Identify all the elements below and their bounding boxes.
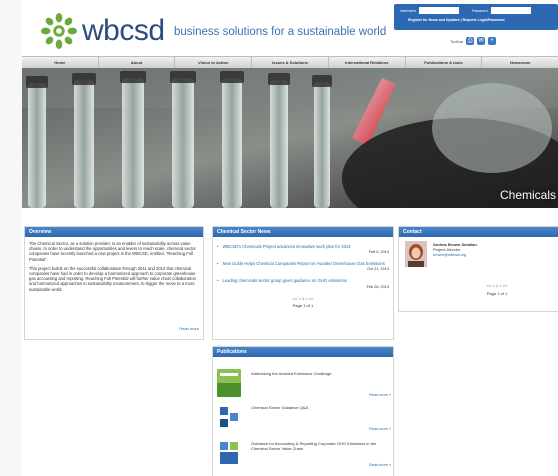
news-item: • WBCSD's Chemicals Project advances inn… [213,244,393,249]
overview-box: Overview The Chemical Sector, as a solut… [24,226,204,340]
nav-item-newsroom[interactable]: Newsroom [482,57,558,68]
password-input[interactable] [490,7,531,14]
publication-item: Addressing the Avoided Emissions Challen… [217,369,393,397]
print-icon[interactable]: ⎙ [466,37,475,45]
publication-read-more[interactable]: Read more » [369,427,391,431]
contact-info: Andrea Brown Smalian Project Director br… [433,242,477,257]
overview-read-more[interactable]: Read more [179,326,199,331]
publication-thumbnail [217,403,241,431]
news-page-count: Page 1 of 1 [292,302,314,308]
contact-box: Contact Andrea Brown Smalian Project Dir… [398,226,558,312]
contact-pager: << < 1 > >> [457,283,537,288]
news-date: Oct 21, 2013 [367,267,389,272]
banner-caption: Chemicals [499,188,556,202]
contact-email[interactable]: brown@wbcsd.org [433,252,477,257]
news-date: Feb 26, 2013 [366,284,389,289]
nav-item-issues-solutions[interactable]: Issues & Solutions [252,57,329,68]
overview-paragraph-2: This project builds on the successful co… [29,265,196,292]
publication-item: Chemical Sector Guidance Q&A Read more » [217,403,393,431]
toolbar: Toolbar ⎙ ✉ + [450,37,497,45]
news-link[interactable]: Leading chemicals sector group gives gui… [222,278,389,283]
news-pager-nav[interactable]: << < 1 > >> [293,296,314,301]
overview-paragraph-1: The Chemical Sector, as a solution provi… [29,241,196,262]
publication-read-more[interactable]: Read more » [369,393,391,397]
contact-page-count: Page 1 of 1 [486,291,508,296]
logo-text: wbcsd [82,14,165,47]
publication-thumbnail [217,439,241,467]
email-icon[interactable]: ✉ [477,37,486,45]
page: wbcsd business solutions for a sustainab… [22,0,558,476]
password-label: Password [472,8,488,13]
publication-thumbnail [217,369,241,397]
publication-title[interactable]: Chemical Sector Guidance Q&A [251,405,391,410]
publication-item: Guidance for Accounting & Reporting Corp… [217,439,393,467]
news-link[interactable]: WBCSD's Chemicals Project advances innov… [222,244,389,249]
nav-item-about[interactable]: About [99,57,176,68]
logo[interactable]: wbcsd [40,12,165,50]
nav-item-international-relations[interactable]: International Relations [329,57,406,68]
wbcsd-logo-icon [40,12,78,50]
username-input[interactable] [419,7,460,14]
publication-read-more[interactable]: Read more » [369,463,391,467]
login-row: Username Password [400,7,531,14]
toolbar-label: Toolbar [450,38,464,44]
overview-title: Overview [25,227,203,237]
contact-title: Contact [399,227,558,237]
news-date: Feb 6, 2014 [368,250,389,255]
hero-banner: Chemicals [22,68,558,208]
nav-item-vision-to-action[interactable]: Vision to Action [175,57,253,68]
nav-item-publications-tools[interactable]: Publications & tools [406,57,483,68]
news-box: Chemical Sector News • WBCSD's Chemicals… [212,226,394,340]
login-box: Username Password Register for News and … [394,4,558,30]
publication-title[interactable]: Guidance for Accounting & Reporting Corp… [251,441,391,451]
add-icon[interactable]: + [488,37,497,45]
publications-title: Publications [213,347,393,357]
tagline: business solutions for a sustainable wor… [174,26,387,38]
banner-image [22,68,558,208]
news-link[interactable]: New Guide Helps Chemical Companies Repor… [222,261,389,266]
publications-box: Publications Addressing the Avoided Emis… [212,346,394,476]
nav-item-home[interactable]: Home [22,57,99,68]
news-pager: << < 1 > >> [213,296,393,301]
contact-pager-nav[interactable]: << < 1 > >> [487,283,508,288]
news-item: • New Guide Helps Chemical Companies Rep… [213,261,393,266]
publication-title[interactable]: Addressing the Avoided Emissions Challen… [251,371,391,376]
contact-avatar [405,241,427,267]
news-title: Chemical Sector News [213,227,393,237]
username-label: Username [400,8,417,13]
news-item: • Leading chemicals sector group gives g… [213,278,393,283]
login-links[interactable]: Register for News and Updates | Request … [408,18,504,22]
